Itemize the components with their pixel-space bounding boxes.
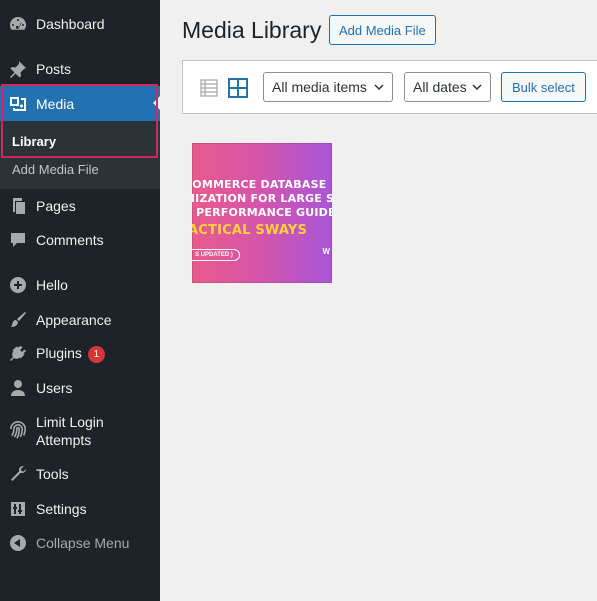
chevron-down-icon [374,84,384,91]
menu-label-plugins: Plugins 1 [36,345,105,363]
menu-item-media[interactable]: Media [0,86,160,121]
pages-icon [8,196,28,216]
plugins-label-text: Plugins [36,345,82,362]
plug-icon [8,344,28,364]
menu-label-media: Media [36,95,75,112]
menu-label-hello: Hello [36,277,68,293]
thumb-text-line2: MIZATION FOR LARGE STORES [192,192,332,205]
media-toolbar: All media items All dates Bulk select [182,60,597,114]
menu-item-tools[interactable]: Tools [0,457,160,491]
menu-item-users[interactable]: Users [0,371,160,405]
menu-item-comments[interactable]: Comments [0,223,160,257]
dashboard-icon [8,14,28,34]
limit-login-line1: Limit Login [36,414,104,430]
media-type-filter-value: All media items [272,79,367,95]
menu-label-appearance: Appearance [36,312,112,328]
thumb-text-line4: ACTICAL SWAYS [192,223,308,238]
thumb-text-line3: S PERFORMANCE GUIDE) [192,206,332,219]
sliders-icon [8,499,28,519]
media-thumbnail[interactable]: COMMERCE DATABASE MIZATION FOR LARGE STO… [192,143,332,283]
thumb-text-line1: COMMERCE DATABASE [192,178,327,191]
thumb-watermark: W [322,247,330,256]
menu-item-limit-login-attempts[interactable]: Limit Login Attempts [0,411,160,451]
list-view-icon[interactable] [199,78,219,98]
limit-login-line2: Attempts [36,432,92,448]
current-menu-arrow [153,96,160,110]
date-filter-value: All dates [413,79,467,95]
menu-label-limit-login: Limit Login Attempts [36,413,104,449]
menu-item-dashboard[interactable]: Dashboard [0,7,160,41]
page-title: Media Library [182,17,322,43]
menu-item-hello[interactable]: Hello [0,268,160,302]
media-icon [8,94,28,114]
menu-label-posts: Posts [36,61,72,77]
menu-item-appearance[interactable]: Appearance [0,303,160,337]
menu-label-users: Users [36,380,73,396]
user-icon [8,378,28,398]
pin-icon [8,59,28,79]
media-submenu: Library Add Media File [0,121,160,189]
date-filter[interactable]: All dates [404,72,491,102]
plus-circle-icon [8,275,28,295]
submenu-item-add-media-file[interactable]: Add Media File [12,162,99,177]
collapse-menu-label: Collapse Menu [36,535,130,551]
collapse-menu-button[interactable]: Collapse Menu [0,526,160,560]
menu-label-dashboard: Dashboard [36,16,105,32]
menu-label-tools: Tools [36,466,69,482]
menu-item-posts[interactable]: Posts [0,52,160,86]
thumb-updated-pill: S UPDATED ) [192,249,240,261]
bulk-select-button[interactable]: Bulk select [501,72,586,102]
comments-icon [8,230,28,250]
menu-label-comments: Comments [36,232,104,248]
menu-item-pages[interactable]: Pages [0,189,160,223]
media-type-filter[interactable]: All media items [263,72,393,102]
submenu-item-library[interactable]: Library [12,134,56,149]
menu-label-pages: Pages [36,198,76,214]
add-media-file-button[interactable]: Add Media File [329,15,436,45]
menu-label-settings: Settings [36,501,87,517]
menu-item-plugins[interactable]: Plugins 1 [0,337,160,371]
collapse-icon [8,533,28,553]
menu-item-settings[interactable]: Settings [0,492,160,526]
fingerprint-icon [8,419,28,439]
plugins-update-badge: 1 [87,345,105,363]
admin-sidebar: Dashboard Posts Media Library Add Media … [0,0,160,601]
chevron-down-icon [472,84,482,91]
brush-icon [8,310,28,330]
grid-view-icon[interactable] [227,77,249,99]
wrench-icon [8,464,28,484]
